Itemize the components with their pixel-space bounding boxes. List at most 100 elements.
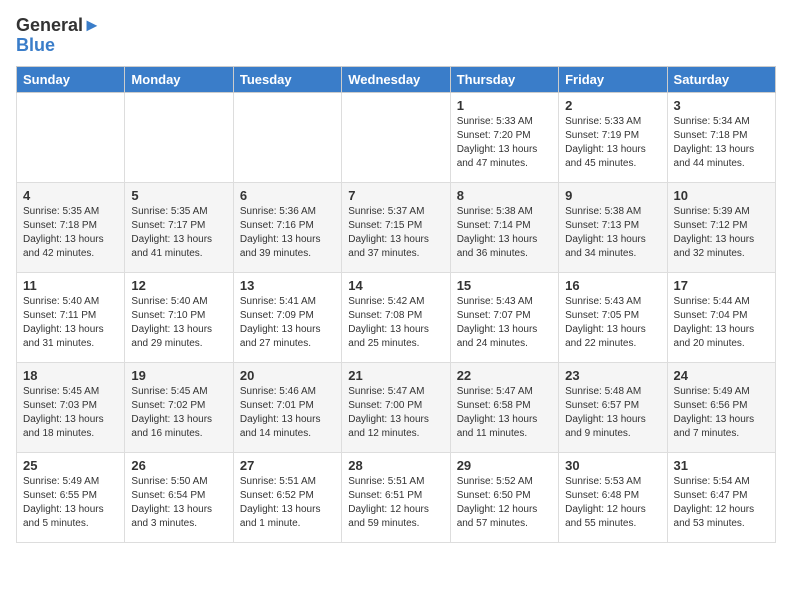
day-cell: 26 Sunrise: 5:50 AM Sunset: 6:54 PM Dayli… xyxy=(125,452,233,542)
day-info: Sunrise: 5:53 AM Sunset: 6:48 PM Dayligh… xyxy=(565,475,660,531)
day-cell: 6 Sunrise: 5:36 AM Sunset: 7:16 PM Daylig… xyxy=(233,182,341,272)
day-info: Sunrise: 5:49 AM Sunset: 6:56 PM Dayligh… xyxy=(674,385,769,441)
day-info: Sunrise: 5:51 AM Sunset: 6:52 PM Dayligh… xyxy=(240,475,335,531)
day-cell: 14 Sunrise: 5:42 AM Sunset: 7:08 PM Dayli… xyxy=(342,272,450,362)
day-cell: 12 Sunrise: 5:40 AM Sunset: 7:10 PM Dayli… xyxy=(125,272,233,362)
day-info: Sunrise: 5:40 AM Sunset: 7:10 PM Dayligh… xyxy=(131,295,226,351)
day-info: Sunrise: 5:47 AM Sunset: 6:58 PM Dayligh… xyxy=(457,385,552,441)
day-info: Sunrise: 5:38 AM Sunset: 7:13 PM Dayligh… xyxy=(565,205,660,261)
day-number: 24 xyxy=(674,368,769,383)
column-header-wednesday: Wednesday xyxy=(342,66,450,92)
day-info: Sunrise: 5:43 AM Sunset: 7:05 PM Dayligh… xyxy=(565,295,660,351)
day-info: Sunrise: 5:38 AM Sunset: 7:14 PM Dayligh… xyxy=(457,205,552,261)
day-info: Sunrise: 5:42 AM Sunset: 7:08 PM Dayligh… xyxy=(348,295,443,351)
column-header-friday: Friday xyxy=(559,66,667,92)
day-info: Sunrise: 5:48 AM Sunset: 6:57 PM Dayligh… xyxy=(565,385,660,441)
day-number: 13 xyxy=(240,278,335,293)
day-cell: 10Sunrise: 5:39 AM Sunset: 7:12 PM Dayli… xyxy=(667,182,775,272)
day-info: Sunrise: 5:39 AM Sunset: 7:12 PM Dayligh… xyxy=(674,205,769,261)
day-info: Sunrise: 5:33 AM Sunset: 7:19 PM Dayligh… xyxy=(565,115,660,171)
day-number: 2 xyxy=(565,98,660,113)
week-row-3: 11Sunrise: 5:40 AM Sunset: 7:11 PM Dayli… xyxy=(17,272,776,362)
day-info: Sunrise: 5:41 AM Sunset: 7:09 PM Dayligh… xyxy=(240,295,335,351)
day-number: 8 xyxy=(457,188,552,203)
day-cell: 18 Sunrise: 5:45 AM Sunset: 7:03 PM Dayli… xyxy=(17,362,125,452)
day-info: Sunrise: 5:51 AM Sunset: 6:51 PM Dayligh… xyxy=(348,475,443,531)
day-number: 9 xyxy=(565,188,660,203)
column-header-saturday: Saturday xyxy=(667,66,775,92)
day-number: 7 xyxy=(348,188,443,203)
day-number: 30 xyxy=(565,458,660,473)
day-info: Sunrise: 5:36 AM Sunset: 7:16 PM Dayligh… xyxy=(240,205,335,261)
day-info: Sunrise: 5:52 AM Sunset: 6:50 PM Dayligh… xyxy=(457,475,552,531)
day-cell: 27Sunrise: 5:51 AM Sunset: 6:52 PM Dayli… xyxy=(233,452,341,542)
day-info: Sunrise: 5:49 AM Sunset: 6:55 PM Dayligh… xyxy=(23,475,118,531)
week-row-4: 18 Sunrise: 5:45 AM Sunset: 7:03 PM Dayli… xyxy=(17,362,776,452)
day-cell: 21Sunrise: 5:47 AM Sunset: 7:00 PM Dayli… xyxy=(342,362,450,452)
day-info: Sunrise: 5:35 AM Sunset: 7:18 PM Dayligh… xyxy=(23,205,118,261)
day-info: Sunrise: 5:44 AM Sunset: 7:04 PM Dayligh… xyxy=(674,295,769,351)
day-number: 17 xyxy=(674,278,769,293)
week-row-2: 4 Sunrise: 5:35 AM Sunset: 7:18 PM Daylig… xyxy=(17,182,776,272)
day-cell: 9 Sunrise: 5:38 AM Sunset: 7:13 PM Daylig… xyxy=(559,182,667,272)
day-number: 23 xyxy=(565,368,660,383)
week-row-5: 25 Sunrise: 5:49 AM Sunset: 6:55 PM Dayli… xyxy=(17,452,776,542)
day-cell xyxy=(342,92,450,182)
day-number: 29 xyxy=(457,458,552,473)
day-number: 15 xyxy=(457,278,552,293)
day-info: Sunrise: 5:34 AM Sunset: 7:18 PM Dayligh… xyxy=(674,115,769,171)
day-number: 16 xyxy=(565,278,660,293)
logo-text: General► Blue xyxy=(16,16,101,56)
page-header: General► Blue xyxy=(16,16,776,56)
day-number: 25 xyxy=(23,458,118,473)
day-number: 14 xyxy=(348,278,443,293)
day-number: 4 xyxy=(23,188,118,203)
day-cell: 31 Sunrise: 5:54 AM Sunset: 6:47 PM Dayli… xyxy=(667,452,775,542)
day-cell: 28Sunrise: 5:51 AM Sunset: 6:51 PM Dayli… xyxy=(342,452,450,542)
day-number: 5 xyxy=(131,188,226,203)
day-cell: 20Sunrise: 5:46 AM Sunset: 7:01 PM Dayli… xyxy=(233,362,341,452)
day-number: 26 xyxy=(131,458,226,473)
header-row: SundayMondayTuesdayWednesdayThursdayFrid… xyxy=(17,66,776,92)
logo: General► Blue xyxy=(16,16,101,56)
column-header-thursday: Thursday xyxy=(450,66,558,92)
day-number: 3 xyxy=(674,98,769,113)
week-row-1: 1Sunrise: 5:33 AM Sunset: 7:20 PM Daylig… xyxy=(17,92,776,182)
day-info: Sunrise: 5:45 AM Sunset: 7:03 PM Dayligh… xyxy=(23,385,118,441)
day-cell: 13 Sunrise: 5:41 AM Sunset: 7:09 PM Dayli… xyxy=(233,272,341,362)
day-info: Sunrise: 5:54 AM Sunset: 6:47 PM Dayligh… xyxy=(674,475,769,531)
day-cell: 16 Sunrise: 5:43 AM Sunset: 7:05 PM Dayli… xyxy=(559,272,667,362)
calendar-table: SundayMondayTuesdayWednesdayThursdayFrid… xyxy=(16,66,776,543)
day-number: 22 xyxy=(457,368,552,383)
day-cell: 15Sunrise: 5:43 AM Sunset: 7:07 PM Dayli… xyxy=(450,272,558,362)
day-info: Sunrise: 5:50 AM Sunset: 6:54 PM Dayligh… xyxy=(131,475,226,531)
day-cell: 19 Sunrise: 5:45 AM Sunset: 7:02 PM Dayli… xyxy=(125,362,233,452)
day-info: Sunrise: 5:40 AM Sunset: 7:11 PM Dayligh… xyxy=(23,295,118,351)
day-cell: 25 Sunrise: 5:49 AM Sunset: 6:55 PM Dayli… xyxy=(17,452,125,542)
column-header-monday: Monday xyxy=(125,66,233,92)
day-cell xyxy=(125,92,233,182)
column-header-sunday: Sunday xyxy=(17,66,125,92)
day-info: Sunrise: 5:35 AM Sunset: 7:17 PM Dayligh… xyxy=(131,205,226,261)
day-number: 31 xyxy=(674,458,769,473)
day-cell: 8 Sunrise: 5:38 AM Sunset: 7:14 PM Daylig… xyxy=(450,182,558,272)
day-number: 12 xyxy=(131,278,226,293)
day-cell: 29 Sunrise: 5:52 AM Sunset: 6:50 PM Dayli… xyxy=(450,452,558,542)
day-number: 6 xyxy=(240,188,335,203)
day-cell: 2 Sunrise: 5:33 AM Sunset: 7:19 PM Daylig… xyxy=(559,92,667,182)
day-info: Sunrise: 5:46 AM Sunset: 7:01 PM Dayligh… xyxy=(240,385,335,441)
day-cell: 22 Sunrise: 5:47 AM Sunset: 6:58 PM Dayli… xyxy=(450,362,558,452)
day-cell: 5 Sunrise: 5:35 AM Sunset: 7:17 PM Daylig… xyxy=(125,182,233,272)
day-cell: 3 Sunrise: 5:34 AM Sunset: 7:18 PM Daylig… xyxy=(667,92,775,182)
day-cell xyxy=(233,92,341,182)
day-number: 21 xyxy=(348,368,443,383)
day-info: Sunrise: 5:45 AM Sunset: 7:02 PM Dayligh… xyxy=(131,385,226,441)
day-cell: 1Sunrise: 5:33 AM Sunset: 7:20 PM Daylig… xyxy=(450,92,558,182)
day-cell: 17 Sunrise: 5:44 AM Sunset: 7:04 PM Dayli… xyxy=(667,272,775,362)
day-cell: 7Sunrise: 5:37 AM Sunset: 7:15 PM Daylig… xyxy=(342,182,450,272)
day-cell: 23 Sunrise: 5:48 AM Sunset: 6:57 PM Dayli… xyxy=(559,362,667,452)
day-cell: 4 Sunrise: 5:35 AM Sunset: 7:18 PM Daylig… xyxy=(17,182,125,272)
day-cell: 24 Sunrise: 5:49 AM Sunset: 6:56 PM Dayli… xyxy=(667,362,775,452)
day-number: 19 xyxy=(131,368,226,383)
day-number: 18 xyxy=(23,368,118,383)
